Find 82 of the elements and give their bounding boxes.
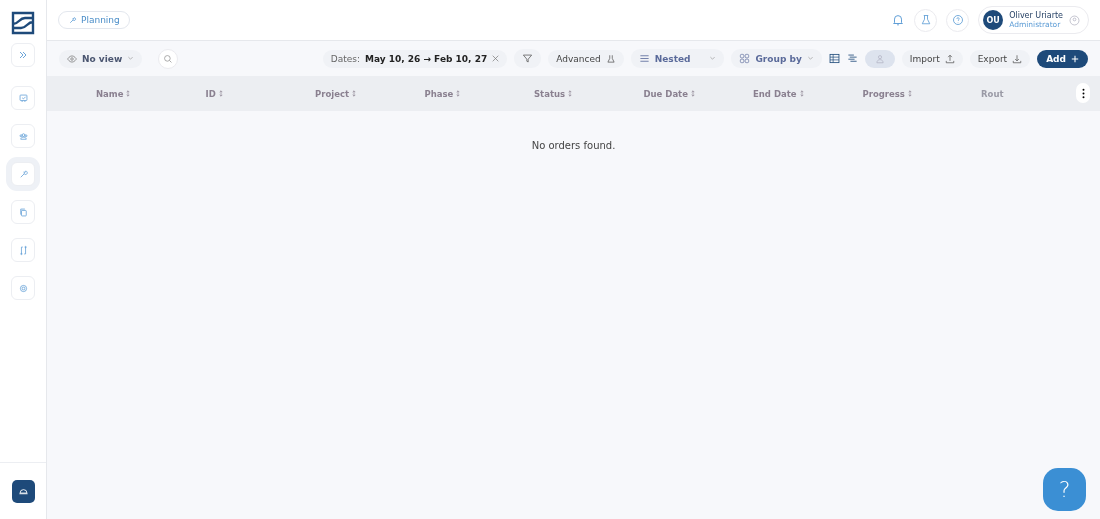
person-icon [1069, 14, 1080, 26]
user-name: Oliver Uriarte [1009, 11, 1063, 20]
column-header[interactable]: ID [205, 88, 315, 99]
kebab-icon [1081, 87, 1085, 99]
column-header[interactable]: Progress [862, 88, 972, 99]
eye-icon [67, 53, 77, 64]
dates-value: May 10, 26 → Feb 10, 27 [364, 53, 488, 64]
table-icon[interactable] [828, 53, 840, 64]
user-filter-button[interactable] [864, 49, 895, 68]
close-icon[interactable] [492, 55, 500, 62]
column-title: Progress [862, 88, 905, 99]
upload-icon [944, 53, 955, 64]
list-icon [638, 53, 650, 64]
chevrons-icon [17, 49, 29, 61]
sort-icon [352, 90, 357, 97]
more-button[interactable] [1076, 83, 1090, 103]
date-range-filter[interactable]: Dates: May 10, 26 → Feb 10, 27 [322, 49, 508, 68]
group-by-dropdown[interactable]: Group by [731, 49, 822, 68]
column-header[interactable]: End Date [753, 88, 863, 99]
bell-icon[interactable] [891, 13, 906, 27]
flask-button[interactable] [914, 8, 938, 32]
view-dropdown[interactable]: No view [59, 49, 143, 68]
sort-icon [126, 90, 131, 97]
column-title: End Date [753, 88, 797, 99]
column-header[interactable]: Rout [981, 88, 1004, 99]
gear-icon [17, 282, 29, 294]
grid-icon [739, 53, 751, 64]
column-title: Phase [424, 88, 454, 99]
sort-icon [218, 90, 223, 97]
add-button[interactable]: Add [1037, 49, 1088, 68]
import-button[interactable]: Import [901, 49, 963, 68]
sort-icon [907, 90, 912, 97]
wrench-icon [68, 15, 77, 25]
sidebar-item[interactable] [11, 276, 35, 300]
nested-dropdown[interactable]: Nested [630, 49, 725, 68]
sidebar-item[interactable] [11, 200, 35, 224]
help-button[interactable]: ? [1043, 468, 1086, 511]
filter-button[interactable] [514, 49, 542, 68]
sidebar-item[interactable] [11, 124, 35, 148]
column-title: Due Date [643, 88, 688, 99]
column-header[interactable]: Status [534, 88, 644, 99]
person-icon [874, 53, 885, 64]
copy-icon [17, 206, 29, 218]
caret-icon [806, 55, 814, 62]
gantt-icon[interactable] [846, 53, 858, 64]
dates-label: Dates: [330, 53, 360, 64]
column-header[interactable]: Project [315, 88, 425, 99]
filter-icon [522, 53, 534, 64]
help-button[interactable] [946, 8, 970, 32]
flask-icon [605, 53, 616, 64]
column-title: Name [96, 88, 124, 99]
team-icon [17, 130, 29, 142]
column-header[interactable]: Name [96, 88, 206, 99]
avatar: OU [983, 10, 1004, 30]
column-title: ID [205, 88, 216, 99]
column-header[interactable]: Due Date [643, 88, 753, 99]
search-icon [163, 53, 174, 64]
flow-icon [17, 244, 29, 256]
sidebar-item[interactable] [11, 238, 35, 262]
planning-tab[interactable]: Planning [58, 11, 130, 29]
flask-icon [919, 14, 932, 26]
sort-icon [690, 90, 695, 97]
sort-icon [799, 90, 804, 97]
logo-icon [11, 11, 35, 35]
search-button[interactable] [158, 48, 179, 69]
column-title: Status [534, 88, 566, 99]
caret-icon [127, 55, 135, 62]
helmet-button[interactable] [11, 479, 35, 503]
sort-icon [568, 90, 573, 97]
board-icon [17, 92, 29, 104]
sort-icon [456, 90, 461, 97]
column-header[interactable]: Phase [424, 88, 534, 99]
sidebar-item[interactable] [11, 86, 35, 110]
plus-icon [1071, 54, 1079, 63]
download-icon [1012, 53, 1023, 64]
caret-icon [709, 55, 717, 62]
empty-message: No orders found. [530, 140, 617, 151]
advanced-button[interactable]: Advanced [548, 49, 624, 68]
question-icon [951, 14, 964, 26]
expand-button[interactable] [11, 43, 35, 67]
export-button[interactable]: Export [969, 49, 1031, 68]
column-title: Project [315, 88, 350, 99]
